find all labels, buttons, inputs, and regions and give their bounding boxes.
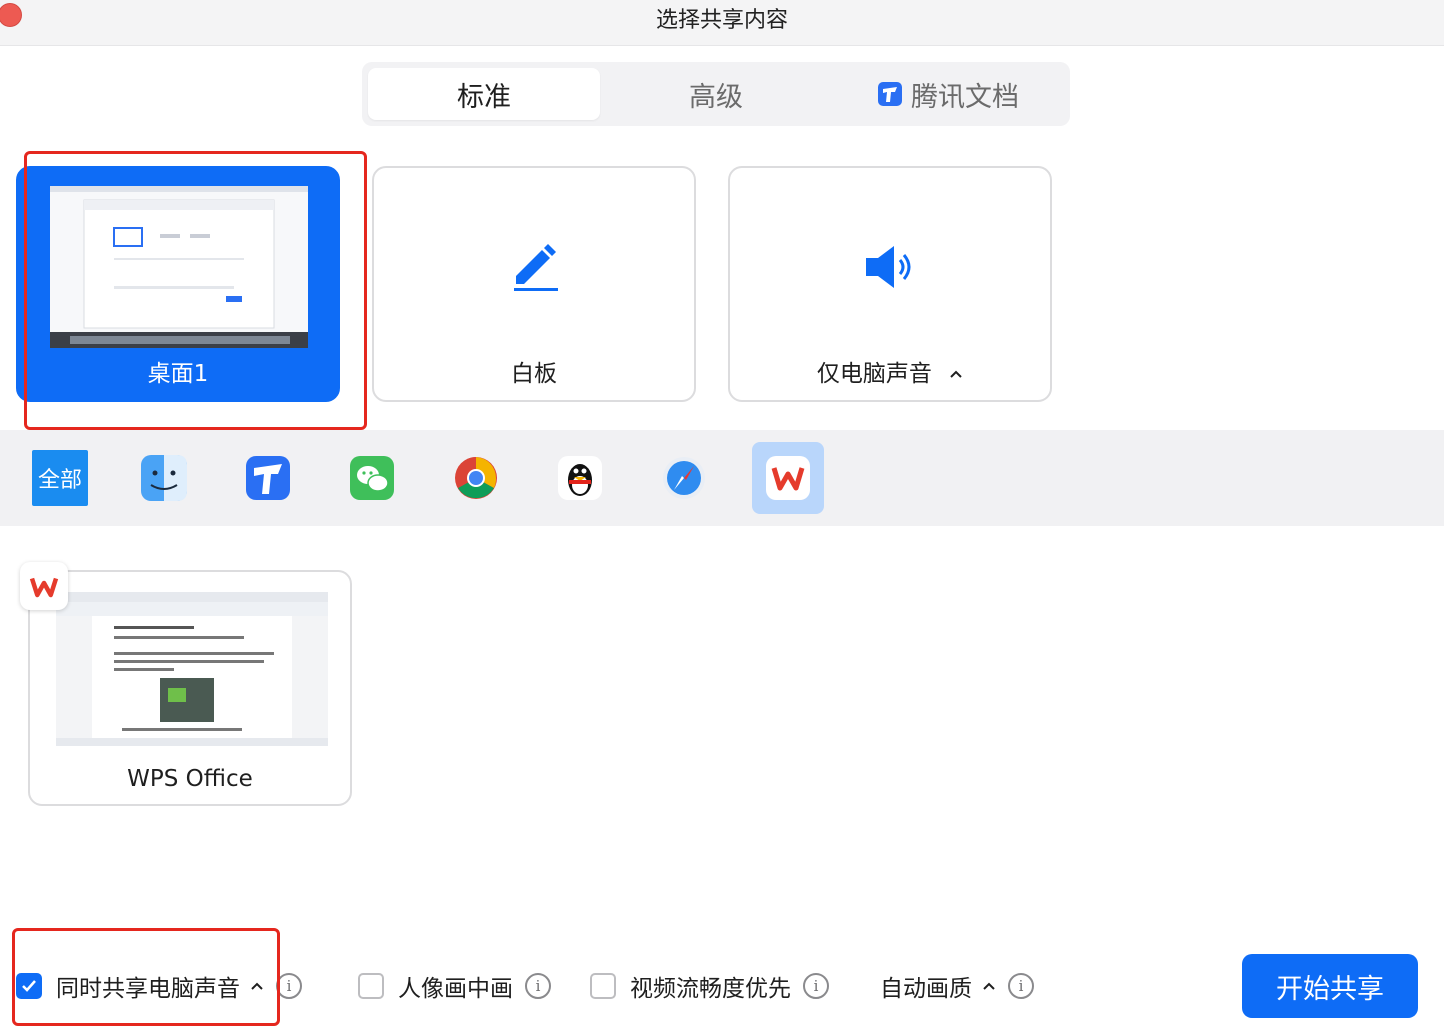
info-icon[interactable]: i: [525, 973, 551, 999]
app-filter-all[interactable]: 全部: [32, 450, 88, 506]
app-filter-finder[interactable]: [136, 450, 192, 506]
app-filter-qq[interactable]: [552, 450, 608, 506]
tencent-docs-icon: [878, 82, 902, 106]
window-title: 选择共享内容: [655, 8, 788, 33]
window-card-wps-label: WPS Office: [127, 766, 253, 792]
pip-label: 人像画中画: [398, 976, 513, 1002]
wps-badge: [20, 562, 68, 610]
mode-tabs: 标准 高级 腾讯文档: [362, 62, 1070, 126]
option-pip: 人像画中画 i: [358, 966, 551, 1006]
app-filter-wechat[interactable]: [344, 450, 400, 506]
pip-checkbox[interactable]: [358, 973, 384, 999]
app-filter-chrome[interactable]: [448, 450, 504, 506]
wechat-icon: [350, 456, 394, 500]
app-filter-safari[interactable]: [656, 450, 712, 506]
share-card-whiteboard[interactable]: 白板: [372, 166, 696, 402]
tab-tencent-docs-label: 腾讯文档: [911, 81, 1019, 113]
share-card-computer-audio-label: 仅电脑声音: [730, 354, 1050, 388]
pencil-icon: [514, 244, 558, 291]
safari-icon: [663, 457, 705, 499]
chrome-icon: [455, 457, 497, 499]
tab-tencent-docs[interactable]: 腾讯文档: [832, 68, 1064, 120]
quality-label: 自动画质: [880, 976, 972, 1002]
computer-audio-text: 仅电脑声音: [816, 361, 932, 387]
chevron-up-icon[interactable]: [949, 367, 963, 381]
window-card-wps[interactable]: WPS Office: [28, 570, 352, 806]
tab-advanced-label: 高级: [689, 81, 743, 113]
info-icon[interactable]: i: [1008, 973, 1034, 999]
option-fluency: 视频流畅度优先 i: [590, 966, 829, 1006]
tencent-docs-icon: [246, 456, 290, 500]
share-card-computer-audio[interactable]: 仅电脑声音: [728, 166, 1052, 402]
app-filter-wps[interactable]: [760, 450, 816, 506]
fluency-checkbox[interactable]: [590, 973, 616, 999]
annotation-highlight-audio: [12, 928, 280, 1026]
annotation-highlight-desktop: [24, 151, 367, 430]
option-quality[interactable]: 自动画质 i: [880, 966, 1034, 1006]
title-bar: 选择共享内容: [0, 0, 1444, 46]
share-card-whiteboard-label: 白板: [511, 361, 557, 387]
wps-window-preview: [56, 592, 328, 746]
tab-advanced[interactable]: 高级: [600, 68, 832, 120]
chevron-up-icon[interactable]: [982, 979, 996, 993]
app-filter-bar: [0, 430, 1444, 526]
wps-icon: [29, 577, 59, 598]
qq-icon: [558, 456, 602, 500]
fluency-label: 视频流畅度优先: [630, 976, 791, 1002]
tab-standard-label: 标准: [457, 81, 511, 113]
info-icon[interactable]: i: [803, 973, 829, 999]
speaker-icon: [866, 246, 911, 288]
app-filter-tencent-docs[interactable]: [240, 450, 296, 506]
wps-icon: [766, 456, 810, 500]
start-share-button[interactable]: 开始共享: [1242, 954, 1418, 1018]
finder-icon: [141, 455, 187, 501]
tab-standard[interactable]: 标准: [368, 68, 600, 120]
